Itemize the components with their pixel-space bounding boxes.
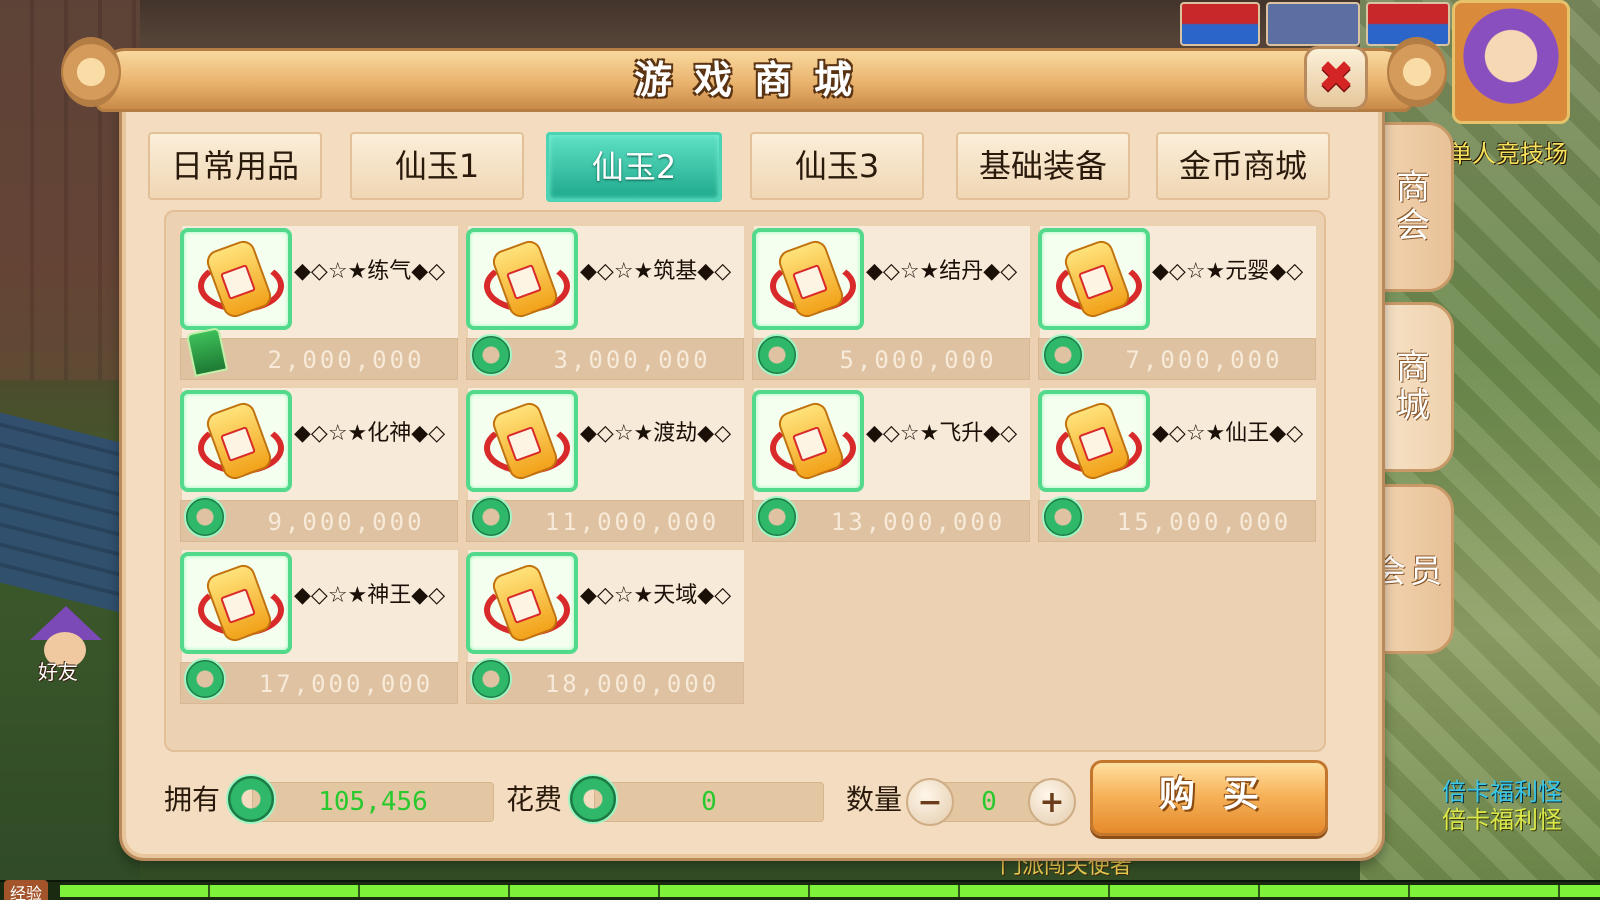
item-icon-slot[interactable] <box>466 228 578 330</box>
shop-item[interactable]: ◆◇☆★仙王◆◇ 15,000,000 <box>1038 386 1318 542</box>
item-icon-slot[interactable] <box>180 390 292 492</box>
purchase-bar: 拥有 105,456 花费 0 数量 0 − + 购买 <box>164 760 1328 838</box>
experience-bar: 经验 <box>0 880 1600 900</box>
jade-icon <box>1042 334 1084 376</box>
friend-button[interactable]: 好友 <box>26 606 104 684</box>
arena-link[interactable]: 单人竞技场 <box>1448 134 1568 169</box>
jade-icon <box>756 496 798 538</box>
side-tab-label: 商城 <box>1389 349 1430 425</box>
shop-panel: 游戏商城 ✖ 日常用品 仙玉1 仙玉2 仙玉3 基础装备 金币商城 ◆◇☆★练气… <box>61 37 1447 858</box>
shop-item[interactable]: ◆◇☆★筑基◆◇ 3,000,000 <box>466 224 746 380</box>
item-name: ◆◇☆★渡劫◆◇ <box>580 421 732 446</box>
item-price: 15,000,000 <box>1116 508 1292 536</box>
item-name: ◆◇☆★元婴◆◇ <box>1152 259 1304 284</box>
jade-icon <box>756 334 798 376</box>
item-icon-slot[interactable] <box>466 390 578 492</box>
item-price: 18,000,000 <box>544 670 720 698</box>
jade-icon <box>226 774 276 824</box>
tab-daily-goods[interactable]: 日常用品 <box>148 132 322 200</box>
item-icon-slot[interactable] <box>466 552 578 654</box>
shop-item[interactable]: ◆◇☆★化神◆◇ 9,000,000 <box>180 386 460 542</box>
owned-value: 105,456 <box>252 782 494 822</box>
tab-jade-2[interactable]: 仙玉2 <box>546 132 722 202</box>
cost-label: 花费 <box>506 783 563 816</box>
item-price: 17,000,000 <box>258 670 434 698</box>
shop-item[interactable]: ◆◇☆★神王◆◇ 17,000,000 <box>180 548 460 704</box>
item-name: ◆◇☆★天域◆◇ <box>580 583 732 608</box>
jade-icon <box>1042 496 1084 538</box>
shop-item[interactable]: ◆◇☆★练气◆◇ 2,000,000 <box>180 224 460 380</box>
item-icon-slot[interactable] <box>752 390 864 492</box>
item-price: 7,000,000 <box>1125 346 1283 374</box>
item-icon-slot[interactable] <box>180 228 292 330</box>
jade-icon <box>184 658 226 700</box>
shop-item[interactable]: ◆◇☆★元婴◆◇ 7,000,000 <box>1038 224 1318 380</box>
buy-button[interactable]: 购买 <box>1090 760 1328 836</box>
tab-gold-shop[interactable]: 金币商城 <box>1156 132 1330 200</box>
shop-item[interactable]: ◆◇☆★结丹◆◇ 5,000,000 <box>752 224 1032 380</box>
friend-label: 好友 <box>38 660 78 684</box>
item-price: 2,000,000 <box>267 346 425 374</box>
item-icon-slot[interactable] <box>1038 228 1150 330</box>
shop-item[interactable]: ◆◇☆★渡劫◆◇ 11,000,000 <box>466 386 746 542</box>
scene-left-building <box>0 0 160 900</box>
shop-item[interactable]: ◆◇☆★飞升◆◇ 13,000,000 <box>752 386 1032 542</box>
experience-fill <box>60 885 1600 897</box>
owned-label: 拥有 <box>164 783 221 816</box>
item-name: ◆◇☆★化神◆◇ <box>294 421 446 446</box>
item-name: ◆◇☆★练气◆◇ <box>294 259 446 284</box>
experience-label: 经验 <box>4 880 49 900</box>
cost-value: 0 <box>594 782 824 822</box>
jade-icon <box>470 658 512 700</box>
item-name: ◆◇☆★结丹◆◇ <box>866 259 1018 284</box>
jade-icon <box>184 496 226 538</box>
item-price: 11,000,000 <box>544 508 720 536</box>
item-price: 9,000,000 <box>267 508 425 536</box>
item-price: 13,000,000 <box>830 508 1006 536</box>
side-tab-label: 会员 <box>1373 552 1446 590</box>
close-button[interactable]: ✖ <box>1304 46 1368 110</box>
jade-icon <box>470 334 512 376</box>
item-icon-slot[interactable] <box>180 552 292 654</box>
item-name: ◆◇☆★仙王◆◇ <box>1152 421 1304 446</box>
item-name: ◆◇☆★筑基◆◇ <box>580 259 732 284</box>
minus-icon[interactable]: − <box>906 778 954 826</box>
jade-icon <box>568 774 618 824</box>
item-name: ◆◇☆★神王◆◇ <box>294 583 446 608</box>
tab-jade-3[interactable]: 仙玉3 <box>750 132 924 200</box>
plus-icon[interactable]: + <box>1028 778 1076 826</box>
target-bar <box>1266 2 1360 46</box>
item-price: 3,000,000 <box>553 346 711 374</box>
item-icon-slot[interactable] <box>1038 390 1150 492</box>
player-avatar[interactable] <box>1452 0 1570 124</box>
close-icon: ✖ <box>1317 52 1355 103</box>
panel-title: 游戏商城 <box>633 58 874 102</box>
jade-icon <box>470 496 512 538</box>
item-icon-slot[interactable] <box>752 228 864 330</box>
panel-header: 游戏商城 <box>61 37 1447 112</box>
quantity-label: 数量 <box>846 783 903 816</box>
tab-jade-1[interactable]: 仙玉1 <box>350 132 524 200</box>
item-price: 5,000,000 <box>839 346 997 374</box>
bonus-monster-label-2[interactable]: 倍卡福利怪 <box>1442 800 1562 835</box>
item-name: ◆◇☆★飞升◆◇ <box>866 421 1018 446</box>
shop-item[interactable]: ◆◇☆★天域◆◇ 18,000,000 <box>466 548 746 704</box>
item-grid: ◆◇☆★练气◆◇ 2,000,000 ◆◇☆★筑基◆◇ 3,000,000 ◆◇… <box>164 210 1326 752</box>
category-tabs: 日常用品 仙玉1 仙玉2 仙玉3 基础装备 金币商城 <box>148 132 1338 202</box>
side-tab-label: 商会 <box>1389 169 1430 245</box>
player-hp-mp-bar <box>1180 2 1260 46</box>
tab-basic-equipment[interactable]: 基础装备 <box>956 132 1130 200</box>
